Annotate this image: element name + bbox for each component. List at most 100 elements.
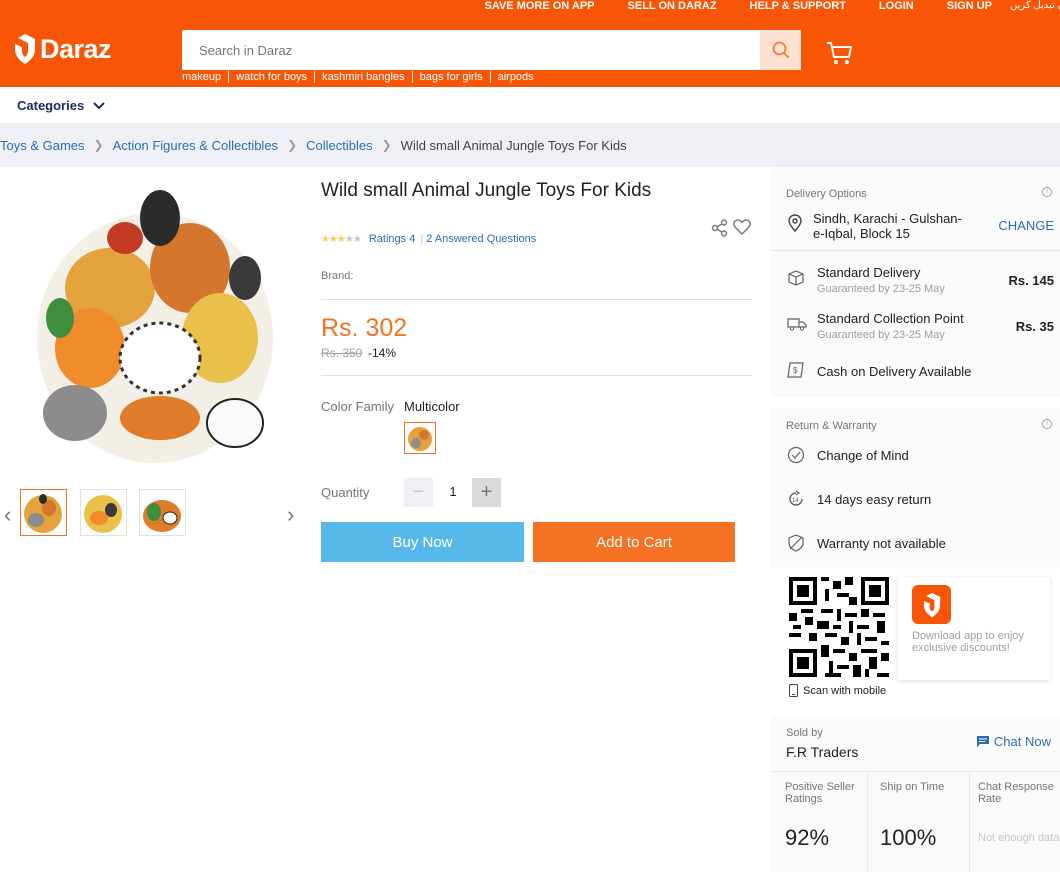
chat-now-label: Chat Now bbox=[993, 734, 1051, 749]
chat-icon bbox=[976, 736, 989, 747]
seller-metric: Positive Seller Ratings 92% bbox=[771, 771, 868, 872]
metric-label: Chat Response Rate bbox=[978, 781, 1054, 805]
info-icon[interactable]: i bbox=[1042, 187, 1052, 197]
hotword-link[interactable]: kashmiri bangles bbox=[314, 71, 412, 83]
breadcrumb-link[interactable]: Action Figures & Collectibles bbox=[113, 138, 278, 153]
color-family-label: Color Family bbox=[321, 399, 394, 414]
divider bbox=[771, 250, 1060, 251]
sold-by-label: Sold by bbox=[786, 727, 823, 739]
seller-name[interactable]: F.R Traders bbox=[786, 744, 858, 760]
share-icon[interactable] bbox=[711, 219, 728, 237]
hotword-link[interactable]: watch for boys bbox=[228, 71, 314, 83]
cash-icon: $ bbox=[787, 362, 804, 378]
seller-metric: Chat Response Rate Not enough data bbox=[970, 771, 1060, 872]
add-to-cart-button[interactable]: Add to Cart bbox=[533, 522, 735, 562]
breadcrumb-link[interactable]: Toys & Games bbox=[0, 138, 85, 153]
buy-now-button[interactable]: Buy Now bbox=[321, 522, 524, 562]
chevron-right-icon: ❯ bbox=[287, 138, 298, 152]
divider bbox=[321, 375, 752, 376]
svg-text:$: $ bbox=[793, 366, 798, 375]
quantity-increase-button[interactable]: + bbox=[472, 478, 501, 507]
chevron-right-icon: ❯ bbox=[93, 138, 104, 152]
chevron-down-icon bbox=[93, 101, 105, 109]
hotword-link[interactable]: makeup bbox=[182, 71, 228, 83]
app-download-card[interactable]: Download app to enjoy exclusive discount… bbox=[898, 577, 1050, 680]
rating-stars[interactable]: ★★★★★ bbox=[321, 234, 362, 245]
daraz-logo-icon bbox=[15, 34, 35, 64]
search-icon bbox=[772, 41, 789, 59]
hotword-link[interactable]: airpods bbox=[489, 71, 541, 83]
chat-now-button[interactable]: Chat Now bbox=[976, 734, 1051, 749]
svg-text:14: 14 bbox=[792, 498, 799, 504]
breadcrumb-current: Wild small Animal Jungle Toys For Kids bbox=[400, 137, 627, 153]
ratings-link[interactable]: Ratings 4 bbox=[369, 233, 415, 245]
quantity-label: Quantity bbox=[321, 485, 370, 500]
top-nav-save-more[interactable]: SAVE MORE ON APP bbox=[484, 0, 594, 16]
truck-icon bbox=[787, 318, 807, 331]
mobile-phone-icon bbox=[789, 684, 798, 697]
quantity-decrease-button[interactable]: − bbox=[404, 478, 433, 507]
thumbnail-image bbox=[24, 494, 62, 533]
return-warranty-title: Return & Warranty bbox=[786, 420, 877, 432]
top-nav-help[interactable]: HELP & SUPPORT bbox=[750, 0, 846, 16]
breadcrumb: Toys & Games ❯ Action Figures & Collecti… bbox=[0, 123, 1060, 167]
thumbnail[interactable] bbox=[80, 489, 127, 536]
thumbnail[interactable] bbox=[139, 489, 186, 536]
chevron-right-icon: ❯ bbox=[381, 138, 392, 152]
top-nav-sell[interactable]: SELL ON DARAZ bbox=[628, 0, 717, 16]
daraz-logo[interactable]: Daraz bbox=[14, 33, 112, 65]
metric-value: Not enough data bbox=[978, 832, 1060, 844]
collection-point-price: Rs. 35 bbox=[1015, 319, 1054, 334]
color-swatch-image bbox=[405, 423, 435, 453]
color-swatch[interactable] bbox=[404, 422, 436, 454]
qr-code[interactable] bbox=[789, 577, 889, 677]
daraz-app-icon bbox=[912, 585, 951, 624]
product-main-image[interactable] bbox=[30, 178, 280, 473]
delivery-location: Sindh, Karachi - Gulshan-e-Iqbal, Block … bbox=[813, 211, 962, 241]
top-nav-language[interactable]: زبان تبدیل کریں bbox=[1010, 0, 1060, 16]
original-price: Rs. 350 bbox=[321, 346, 363, 360]
quantity-value[interactable]: 1 bbox=[441, 484, 465, 499]
logo-wordmark: Daraz bbox=[40, 33, 112, 64]
change-location-link[interactable]: CHANGE bbox=[998, 218, 1054, 233]
search-button[interactable] bbox=[760, 30, 801, 70]
thumbnail[interactable] bbox=[20, 489, 67, 536]
discount-badge: -14% bbox=[368, 346, 397, 360]
standard-delivery-label: Standard Delivery bbox=[817, 265, 921, 280]
shield-off-icon bbox=[788, 534, 804, 552]
search-bar bbox=[182, 30, 801, 70]
return-icon: 14 bbox=[789, 490, 803, 506]
app-download-text: Download app to enjoy exclusive discount… bbox=[912, 630, 1024, 654]
product-price: Rs. 302 bbox=[321, 314, 408, 342]
hotword-link[interactable]: bags for girls bbox=[411, 71, 490, 83]
breadcrumb-link[interactable]: Collectibles bbox=[306, 138, 372, 153]
chevron-left-icon[interactable]: ‹ bbox=[4, 502, 11, 528]
thumbnail-strip: ‹ › bbox=[0, 488, 305, 538]
search-suggestions: makeup watch for boys kashmiri bangles b… bbox=[182, 71, 541, 83]
chevron-right-icon[interactable]: › bbox=[287, 502, 294, 528]
thumbnail-image bbox=[84, 495, 122, 533]
rating-row: ★★★★★ Ratings 4 | 2 Answered Questions bbox=[321, 233, 536, 245]
wishlist-heart-icon[interactable] bbox=[733, 219, 751, 235]
top-nav-login[interactable]: LOGIN bbox=[879, 0, 914, 16]
divider: | bbox=[420, 233, 424, 245]
standard-delivery-eta: Guaranteed by 23-25 May bbox=[817, 283, 945, 295]
standard-delivery-price: Rs. 145 bbox=[1008, 273, 1054, 288]
metric-value: 92% bbox=[785, 825, 830, 850]
category-bar: Categories bbox=[0, 87, 1060, 123]
search-input[interactable] bbox=[182, 30, 760, 70]
daraz-logo-icon bbox=[923, 592, 940, 617]
scan-text: Scan with mobile bbox=[803, 684, 887, 697]
categories-dropdown[interactable]: Categories bbox=[17, 98, 105, 113]
top-nav-signup[interactable]: SIGN UP bbox=[947, 0, 992, 16]
location-pin-icon bbox=[788, 214, 802, 232]
cart-button[interactable] bbox=[826, 40, 854, 71]
top-nav: SAVE MORE ON APP SELL ON DARAZ HELP & SU… bbox=[484, 0, 1060, 16]
delivery-options-title: Delivery Options bbox=[786, 188, 867, 200]
collection-point-label: Standard Collection Point bbox=[817, 311, 964, 326]
brand-label: Brand: bbox=[321, 270, 354, 282]
metric-label: Ship on Time bbox=[880, 781, 945, 793]
questions-link[interactable]: 2 Answered Questions bbox=[426, 233, 536, 245]
site-header: SAVE MORE ON APP SELL ON DARAZ HELP & SU… bbox=[0, 0, 1060, 87]
info-icon[interactable]: i bbox=[1042, 419, 1052, 429]
